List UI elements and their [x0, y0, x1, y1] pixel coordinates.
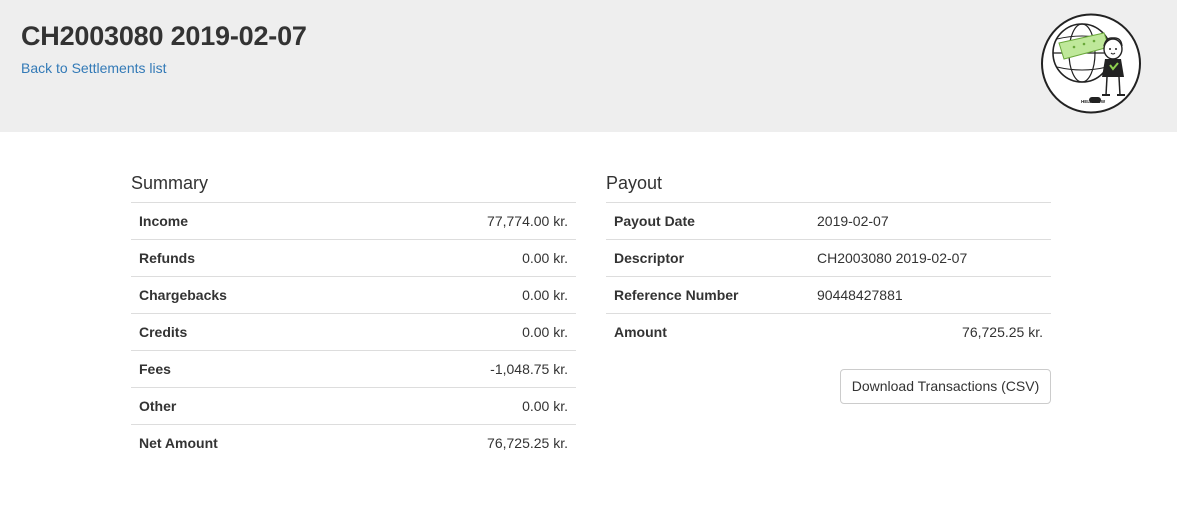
- table-row: Fees -1,048.75 kr.: [131, 350, 576, 388]
- summary-chargebacks-label: Chargebacks: [131, 276, 362, 314]
- table-row: Amount 76,725.25 kr.: [606, 313, 1051, 351]
- payout-reference-value: 90448427881: [809, 276, 1051, 314]
- table-row: Refunds 0.00 kr.: [131, 239, 576, 277]
- table-row: Credits 0.00 kr.: [131, 313, 576, 351]
- back-to-settlements-link[interactable]: Back to Settlements list: [21, 60, 167, 76]
- table-row: Reference Number 90448427881: [606, 276, 1051, 314]
- summary-fees-label: Fees: [131, 350, 362, 388]
- summary-other-label: Other: [131, 387, 362, 425]
- payout-date-label: Payout Date: [606, 202, 809, 240]
- table-row: Payout Date 2019-02-07: [606, 202, 1051, 240]
- logo-text: HELP NOW: [1081, 99, 1106, 104]
- summary-net-amount-label: Net Amount: [131, 424, 362, 462]
- page-header: CH2003080 2019-02-07 Back to Settlements…: [0, 0, 1177, 132]
- globe-mascot-logo-icon: HELP NOW: [1041, 13, 1141, 114]
- payout-reference-label: Reference Number: [606, 276, 809, 314]
- summary-title: Summary: [131, 173, 209, 193]
- table-row: Other 0.00 kr.: [131, 387, 576, 425]
- page-title: CH2003080 2019-02-07: [21, 21, 307, 51]
- payout-title: Payout: [606, 173, 663, 193]
- payout-amount-value: 76,725.25 kr.: [809, 313, 1051, 351]
- summary-chargebacks-value: 0.00 kr.: [361, 276, 576, 314]
- summary-credits-value: 0.00 kr.: [361, 313, 576, 351]
- table-row: Descriptor CH2003080 2019-02-07: [606, 239, 1051, 277]
- table-row: Net Amount 76,725.25 kr.: [131, 424, 576, 462]
- payout-date-value: 2019-02-07: [809, 202, 1051, 240]
- summary-other-value: 0.00 kr.: [361, 387, 576, 425]
- summary-income-value: 77,774.00 kr.: [361, 202, 576, 240]
- table-row: Chargebacks 0.00 kr.: [131, 276, 576, 314]
- payout-table: Payout Date 2019-02-07 Descriptor CH2003…: [606, 202, 1051, 351]
- summary-refunds-label: Refunds: [131, 239, 362, 277]
- payout-amount-label: Amount: [606, 313, 809, 351]
- summary-net-amount-value: 76,725.25 kr.: [361, 424, 576, 462]
- payout-panel: Payout Payout Date 2019-02-07 Descriptor…: [606, 172, 1051, 351]
- payout-descriptor-value: CH2003080 2019-02-07: [809, 239, 1051, 277]
- summary-income-label: Income: [131, 202, 362, 240]
- summary-refunds-value: 0.00 kr.: [361, 239, 576, 277]
- summary-panel: Summary Income 77,774.00 kr. Refunds 0.0…: [131, 172, 576, 462]
- table-row: Income 77,774.00 kr.: [131, 202, 576, 240]
- download-transactions-csv-button[interactable]: Download Transactions (CSV): [840, 369, 1051, 404]
- summary-credits-label: Credits: [131, 313, 362, 351]
- summary-table: Income 77,774.00 kr. Refunds 0.00 kr. Ch…: [131, 202, 576, 462]
- payout-descriptor-label: Descriptor: [606, 239, 809, 277]
- summary-fees-value: -1,048.75 kr.: [361, 350, 576, 388]
